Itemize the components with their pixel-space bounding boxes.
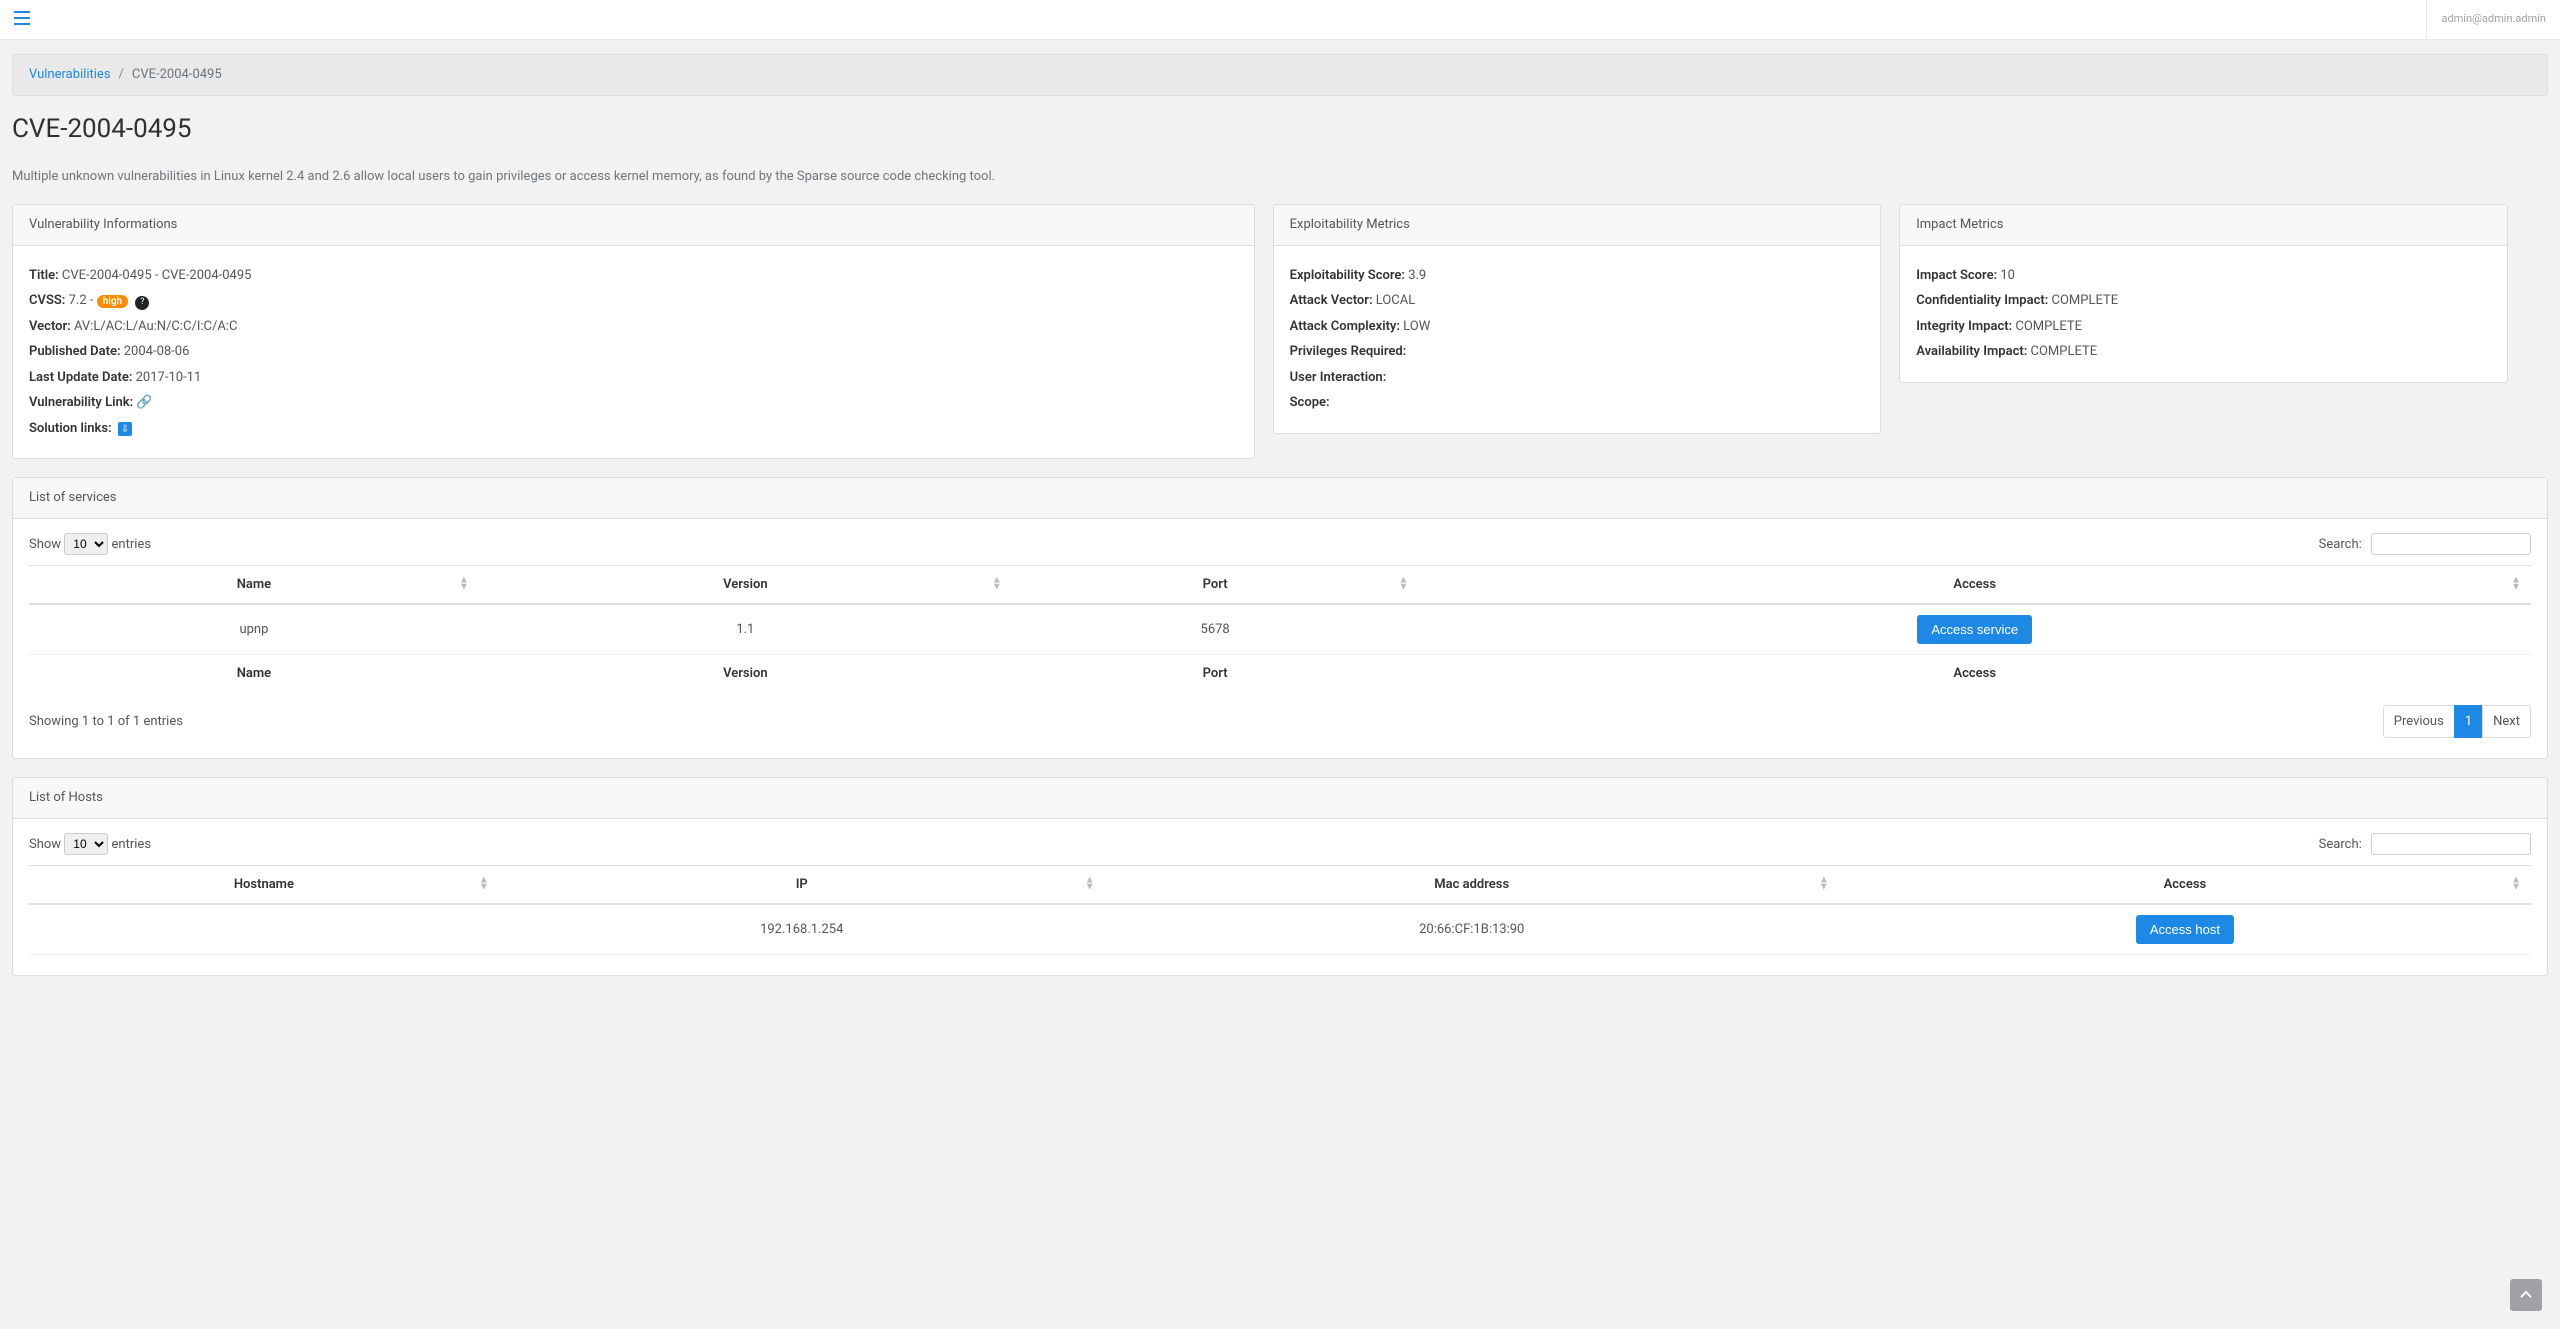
updated-value: 2017-10-11 <box>136 370 202 385</box>
col-port[interactable]: Port▲▼ <box>1012 565 1419 604</box>
download-icon[interactable]: ⇩ <box>118 422 132 436</box>
exploitability-panel: Exploitability Metrics Exploitability Sc… <box>1273 204 1882 434</box>
panel-header: Impact Metrics <box>1900 205 2507 246</box>
show-label-suffix: entries <box>112 537 152 552</box>
col-access[interactable]: Access▲▼ <box>1839 865 2531 904</box>
col-access[interactable]: Access▲▼ <box>1418 565 2531 604</box>
access-service-button[interactable]: Access service <box>1917 615 2032 644</box>
attack-vector-label: Attack Vector: <box>1290 293 1373 308</box>
exploit-score-value: 3.9 <box>1408 268 1426 283</box>
solution-label: Solution links: <box>29 421 112 436</box>
breadcrumb-root-link[interactable]: Vulnerabilities <box>29 65 111 85</box>
foot-name: Name <box>29 655 479 693</box>
hosts-search-input[interactable] <box>2371 833 2531 855</box>
services-search-input[interactable] <box>2371 533 2531 555</box>
services-page-size-select[interactable]: 10 <box>64 533 108 555</box>
access-host-button[interactable]: Access host <box>2136 915 2234 944</box>
vector-value: AV:L/AC:L/Au:N/C:C/I:C/A:C <box>74 319 238 334</box>
availability-label: Availability Impact: <box>1916 344 2027 359</box>
services-info: Showing 1 to 1 of 1 entries <box>29 712 183 732</box>
col-version[interactable]: Version▲▼ <box>479 565 1012 604</box>
attack-complexity-value: LOW <box>1403 319 1430 334</box>
hosts-table: Hostname▲▼ IP▲▼ Mac address▲▼ Access▲▼ 1… <box>29 865 2531 956</box>
search-label: Search: <box>2319 837 2362 852</box>
cell-hostname <box>29 904 499 955</box>
updated-label: Last Update Date: <box>29 370 132 385</box>
page-title: CVE-2004-0495 <box>12 110 2548 149</box>
user-label[interactable]: admin@admin.admin <box>2426 0 2546 39</box>
services-panel: List of services Show 10 entries Search:… <box>12 477 2548 759</box>
attack-vector-value: LOCAL <box>1376 293 1415 308</box>
confidentiality-label: Confidentiality Impact: <box>1916 293 2048 308</box>
breadcrumb-current: CVE-2004-0495 <box>132 65 222 85</box>
col-mac[interactable]: Mac address▲▼ <box>1105 865 1839 904</box>
foot-access: Access <box>1418 655 2531 693</box>
topbar: admin@admin.admin <box>0 0 2560 40</box>
vector-label: Vector: <box>29 319 71 334</box>
cell-mac: 20:66:CF:1B:13:90 <box>1105 904 1839 955</box>
integrity-value: COMPLETE <box>2015 319 2082 334</box>
link-icon[interactable]: 🔗 <box>136 395 152 410</box>
col-hostname[interactable]: Hostname▲▼ <box>29 865 499 904</box>
breadcrumb: Vulnerabilities / CVE-2004-0495 <box>12 54 2548 96</box>
integrity-label: Integrity Impact: <box>1916 319 2012 334</box>
foot-port: Port <box>1012 655 1419 693</box>
page-button[interactable]: 1 <box>2454 705 2483 739</box>
cell-ip: 192.168.1.254 <box>499 904 1105 955</box>
panel-header: List of services <box>13 478 2547 519</box>
cvss-label: CVSS: <box>29 293 65 308</box>
scroll-top-button[interactable] <box>2510 1279 2542 1311</box>
next-button[interactable]: Next <box>2482 705 2531 739</box>
menu-toggle-icon[interactable] <box>14 8 30 32</box>
search-label: Search: <box>2319 537 2362 552</box>
table-row: upnp 1.1 5678 Access service <box>29 604 2531 655</box>
impact-score-value: 10 <box>2000 268 2015 283</box>
cvss-value: 7.2 - <box>69 293 97 308</box>
show-label-prefix: Show <box>29 537 61 552</box>
vulnerability-description: Multiple unknown vulnerabilities in Linu… <box>12 167 2548 187</box>
show-label-prefix: Show <box>29 837 61 852</box>
scope-label: Scope: <box>1290 395 1330 410</box>
cell-name: upnp <box>29 604 479 655</box>
services-pagination: Previous 1 Next <box>2384 705 2531 739</box>
confidentiality-value: COMPLETE <box>2052 293 2119 308</box>
impact-panel: Impact Metrics Impact Score: 10 Confiden… <box>1899 204 2508 383</box>
panel-header: Exploitability Metrics <box>1274 205 1881 246</box>
services-table: Name▲▼ Version▲▼ Port▲▼ Access▲▼ upnp 1.… <box>29 565 2531 693</box>
vuln-link-label: Vulnerability Link: <box>29 395 133 410</box>
impact-score-label: Impact Score: <box>1916 268 1997 283</box>
privileges-label: Privileges Required: <box>1290 344 1407 359</box>
hosts-page-size-select[interactable]: 10 <box>64 833 108 855</box>
col-ip[interactable]: IP▲▼ <box>499 865 1105 904</box>
user-interaction-label: User Interaction: <box>1290 370 1387 385</box>
hosts-panel: List of Hosts Show 10 entries Search: Ho… <box>12 777 2548 976</box>
attack-complexity-label: Attack Complexity: <box>1290 319 1400 334</box>
cell-version: 1.1 <box>479 604 1012 655</box>
prev-button[interactable]: Previous <box>2383 705 2455 739</box>
panel-header: Vulnerability Informations <box>13 205 1254 246</box>
show-label-suffix: entries <box>112 837 152 852</box>
exploit-score-label: Exploitability Score: <box>1290 268 1405 283</box>
help-icon[interactable]: ? <box>135 296 149 310</box>
title-label: Title: <box>29 268 59 283</box>
published-label: Published Date: <box>29 344 121 359</box>
availability-value: COMPLETE <box>2031 344 2098 359</box>
vulnerability-info-panel: Vulnerability Informations Title: CVE-20… <box>12 204 1255 459</box>
foot-version: Version <box>479 655 1012 693</box>
breadcrumb-separator: / <box>119 65 124 85</box>
col-name[interactable]: Name▲▼ <box>29 565 479 604</box>
table-row: 192.168.1.254 20:66:CF:1B:13:90 Access h… <box>29 904 2531 955</box>
panel-header: List of Hosts <box>13 778 2547 819</box>
cvss-severity-badge: high <box>97 295 128 308</box>
cell-port: 5678 <box>1012 604 1419 655</box>
published-value: 2004-08-06 <box>124 344 190 359</box>
title-value: CVE-2004-0495 - CVE-2004-0495 <box>62 268 252 283</box>
